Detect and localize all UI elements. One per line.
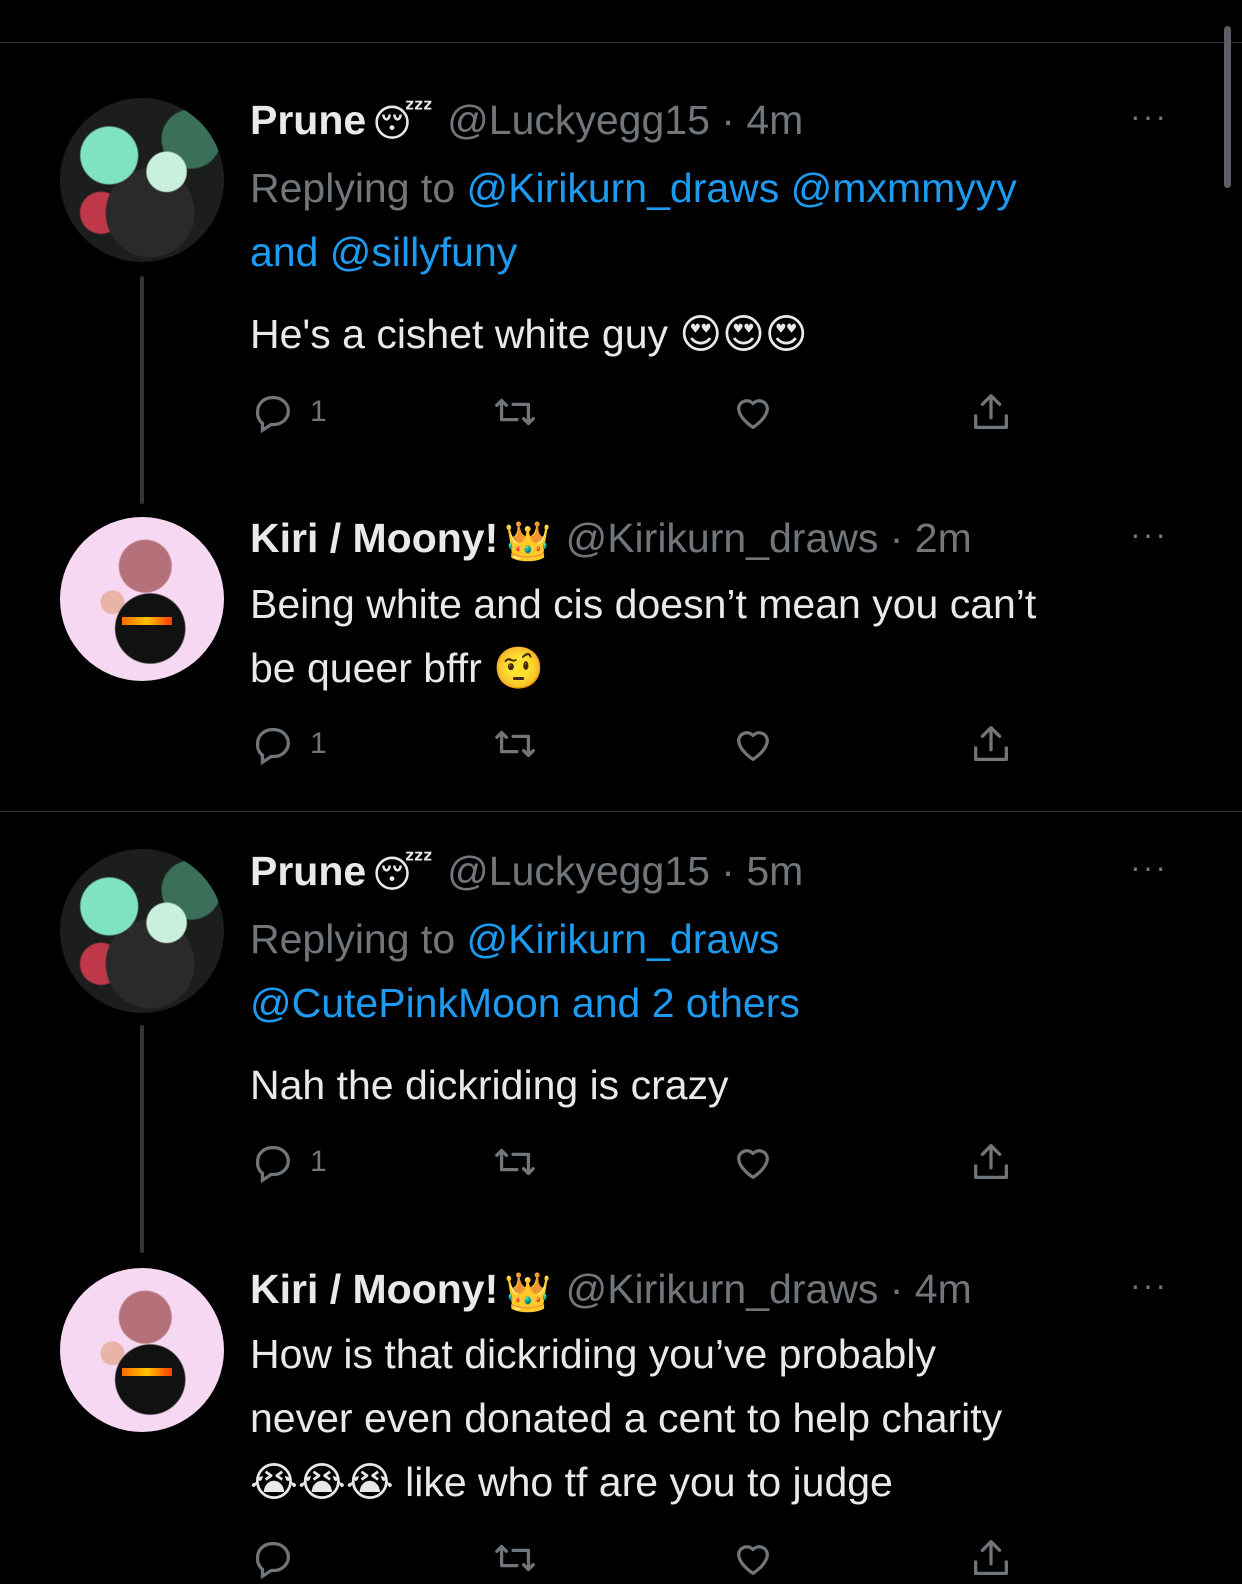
name-emoji: 😴 xyxy=(372,101,434,145)
avatar[interactable] xyxy=(60,849,224,1013)
tweet-header: Kiri / Moony! 👑 @Kirikurn_draws · 4m xyxy=(250,1264,972,1314)
handle-time[interactable]: @Luckyegg15 · 4m xyxy=(447,97,803,143)
scrollbar[interactable] xyxy=(1224,26,1231,188)
retweet-button[interactable] xyxy=(492,720,538,768)
share-icon xyxy=(974,726,1008,761)
tweet-header: Kiri / Moony! 👑 @Kirikurn_draws · 2m xyxy=(250,513,972,563)
tweet-header: Prune 😴 @Luckyegg15 · 4m xyxy=(250,95,803,145)
like-button[interactable] xyxy=(730,388,776,436)
tweet-text: He's a cishet white guy 😍😍😍 xyxy=(250,311,808,357)
display-name[interactable]: Kiri / Moony! xyxy=(250,1266,498,1312)
like-icon xyxy=(736,399,770,429)
replying-links[interactable]: @Kirikurn_draws @mxmmyyy xyxy=(467,165,1017,211)
tweet-text-line: be queer bffr 🤨 xyxy=(250,645,545,691)
replying-prefix: Replying to xyxy=(250,165,467,211)
avatar[interactable] xyxy=(60,517,224,681)
reply-button[interactable] xyxy=(250,1534,296,1582)
handle-time[interactable]: @Kirikurn_draws · 2m xyxy=(566,515,972,561)
replying-prefix: Replying to xyxy=(250,916,467,962)
share-button[interactable] xyxy=(968,1138,1014,1186)
retweet-icon xyxy=(495,1148,535,1176)
tweet-text: Nah the dickriding is crazy xyxy=(250,1062,729,1108)
retweet-icon xyxy=(495,730,535,758)
reply-icon xyxy=(255,1541,290,1580)
share-icon xyxy=(974,394,1008,429)
share-icon xyxy=(974,1540,1008,1575)
reply-count: 1 xyxy=(310,395,327,428)
share-button[interactable] xyxy=(968,1534,1014,1582)
reply-icon xyxy=(255,1145,290,1184)
like-icon xyxy=(736,1545,770,1575)
tweet-text-line: Being white and cis doesn’t mean you can… xyxy=(250,581,1037,627)
retweet-button[interactable] xyxy=(492,1138,538,1186)
tweet-actions: 1 xyxy=(250,720,1050,770)
retweet-button[interactable] xyxy=(492,388,538,436)
reply-icon xyxy=(255,727,290,766)
more-icon[interactable]: ··· xyxy=(1130,516,1168,553)
tweet-text-line: never even donated a cent to help charit… xyxy=(250,1395,1003,1441)
tweet-text-line: How is that dickriding you’ve probably xyxy=(250,1331,936,1377)
tweet-actions: 1 xyxy=(250,388,1050,438)
reply-icon xyxy=(255,395,290,434)
thread-line xyxy=(140,276,144,504)
like-icon xyxy=(736,731,770,761)
tweet-text: Being white and cis doesn’t mean you can… xyxy=(250,572,1210,700)
replying-links[interactable]: @Kirikurn_draws xyxy=(467,916,780,962)
name-emoji: 😴 xyxy=(372,852,434,896)
avatar[interactable] xyxy=(60,1268,224,1432)
retweet-icon xyxy=(495,398,535,426)
tweet-header: Prune 😴 @Luckyegg15 · 5m xyxy=(250,846,803,896)
thread-divider xyxy=(0,811,1242,812)
reply-button[interactable]: 1 xyxy=(250,1138,327,1186)
reply-count: 1 xyxy=(310,1145,327,1178)
avatar[interactable] xyxy=(60,98,224,262)
replying-links-more[interactable]: @CutePinkMoon and 2 others xyxy=(250,980,800,1026)
like-button[interactable] xyxy=(730,720,776,768)
thread-line xyxy=(140,1025,144,1253)
reply-count: 1 xyxy=(310,727,327,760)
replying-to: Replying to @Kirikurn_draws @mxmmyyy and… xyxy=(250,156,1210,284)
retweet-button[interactable] xyxy=(492,1534,538,1582)
handle-time[interactable]: @Kirikurn_draws · 4m xyxy=(566,1266,972,1312)
tweet-text: How is that dickriding you’ve probably n… xyxy=(250,1322,1210,1514)
display-name[interactable]: Kiri / Moony! xyxy=(250,515,498,561)
like-button[interactable] xyxy=(730,1534,776,1582)
tweet-actions: 1 xyxy=(250,1138,1050,1188)
share-icon xyxy=(974,1144,1008,1179)
retweet-icon xyxy=(495,1544,535,1572)
tweet-actions xyxy=(250,1534,1050,1584)
top-divider xyxy=(0,42,1242,43)
tweet-text-line: 😭😭😭 like who tf are you to judge xyxy=(250,1459,893,1505)
display-name[interactable]: Prune xyxy=(250,97,366,143)
replying-links-more[interactable]: and @sillyfuny xyxy=(250,229,517,275)
reply-button[interactable]: 1 xyxy=(250,720,327,768)
replying-to: Replying to @Kirikurn_draws @CutePinkMoo… xyxy=(250,907,1210,1035)
like-button[interactable] xyxy=(730,1138,776,1186)
reply-button[interactable]: 1 xyxy=(250,388,327,436)
share-button[interactable] xyxy=(968,720,1014,768)
more-icon[interactable]: ··· xyxy=(1130,1267,1168,1304)
handle-time[interactable]: @Luckyegg15 · 5m xyxy=(447,848,803,894)
display-name[interactable]: Prune xyxy=(250,848,366,894)
share-button[interactable] xyxy=(968,388,1014,436)
like-icon xyxy=(736,1149,770,1179)
more-icon[interactable]: ··· xyxy=(1130,849,1168,886)
name-emoji: 👑 xyxy=(504,1270,552,1314)
more-icon[interactable]: ··· xyxy=(1130,98,1168,135)
name-emoji: 👑 xyxy=(504,519,552,563)
